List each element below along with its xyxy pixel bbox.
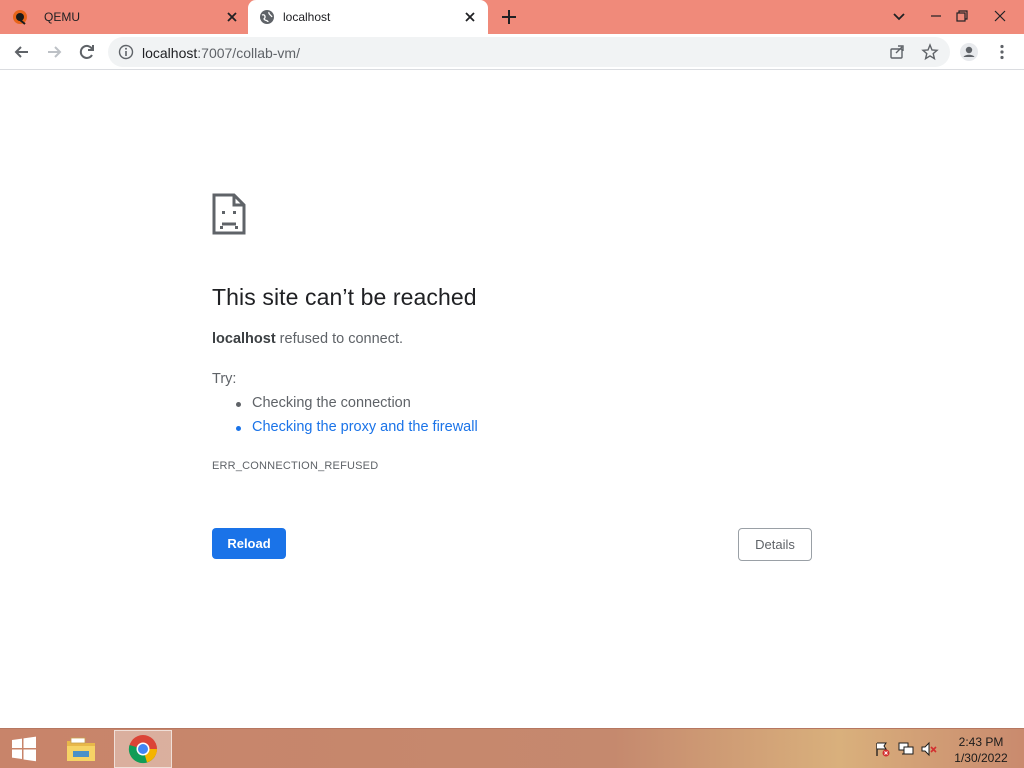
tab-title: localhost xyxy=(283,10,331,24)
browser-toolbar: localhost:7007/collab-vm/ xyxy=(0,34,1024,70)
url-host: localhost xyxy=(142,45,198,61)
bookmark-star-icon[interactable] xyxy=(921,43,939,61)
forward-icon[interactable] xyxy=(44,42,64,62)
tab-strip: QEMU localhost xyxy=(0,0,1024,34)
error-heading: This site can’t be reached xyxy=(212,284,477,310)
suggestion-check-connection: Checking the connection xyxy=(236,395,411,411)
clock-time: 2:43 PM xyxy=(958,735,1004,749)
minimize-icon[interactable] xyxy=(926,6,946,26)
volume-muted-icon[interactable] xyxy=(921,741,937,757)
error-message: localhost refused to connect. xyxy=(212,331,403,347)
close-icon[interactable] xyxy=(224,9,240,25)
try-label: Try: xyxy=(212,371,237,387)
details-button[interactable]: Details xyxy=(738,528,812,561)
reload-icon[interactable] xyxy=(77,42,97,62)
chrome-taskbar-button[interactable] xyxy=(114,730,172,768)
system-clock[interactable]: 2:43 PM 1/30/2022 xyxy=(946,734,1016,766)
qemu-icon xyxy=(13,10,27,25)
sad-document-icon xyxy=(212,193,246,235)
tab-localhost[interactable]: localhost xyxy=(248,0,488,34)
start-button[interactable] xyxy=(0,729,48,768)
menu-kebab-icon[interactable] xyxy=(992,42,1012,62)
clock-date: 1/30/2022 xyxy=(954,751,1008,765)
action-center-flag-icon[interactable] xyxy=(874,741,890,757)
profile-avatar-icon[interactable] xyxy=(959,42,979,62)
reload-button[interactable]: Reload xyxy=(212,528,286,559)
restore-icon[interactable] xyxy=(952,6,972,26)
file-explorer-button[interactable] xyxy=(56,729,106,768)
close-icon[interactable] xyxy=(462,9,478,25)
error-host: localhost xyxy=(212,331,276,347)
network-icon[interactable] xyxy=(898,741,914,757)
file-explorer-icon xyxy=(67,737,95,761)
error-code: ERR_CONNECTION_REFUSED xyxy=(212,460,379,472)
url-path: :7007/collab-vm/ xyxy=(197,45,300,61)
share-icon[interactable] xyxy=(888,43,906,61)
error-message-text: refused to connect. xyxy=(275,331,404,347)
taskbar: 2:43 PM 1/30/2022 xyxy=(0,728,1024,768)
start-icon xyxy=(12,736,36,762)
globe-icon xyxy=(260,10,274,24)
tab-qemu[interactable]: QEMU xyxy=(0,0,248,34)
back-icon[interactable] xyxy=(12,42,32,62)
chrome-icon xyxy=(128,735,157,764)
tab-title: QEMU xyxy=(44,10,80,24)
suggestion-proxy-firewall-link[interactable]: Checking the proxy and the firewall xyxy=(236,419,478,435)
new-tab-icon[interactable] xyxy=(500,8,518,26)
info-icon[interactable] xyxy=(118,44,134,60)
url-text[interactable]: localhost:7007/collab-vm/ xyxy=(142,45,300,61)
window-close-icon[interactable] xyxy=(990,6,1010,26)
tab-search-chevron-icon[interactable] xyxy=(889,6,909,26)
address-bar[interactable]: localhost:7007/collab-vm/ xyxy=(108,37,950,67)
